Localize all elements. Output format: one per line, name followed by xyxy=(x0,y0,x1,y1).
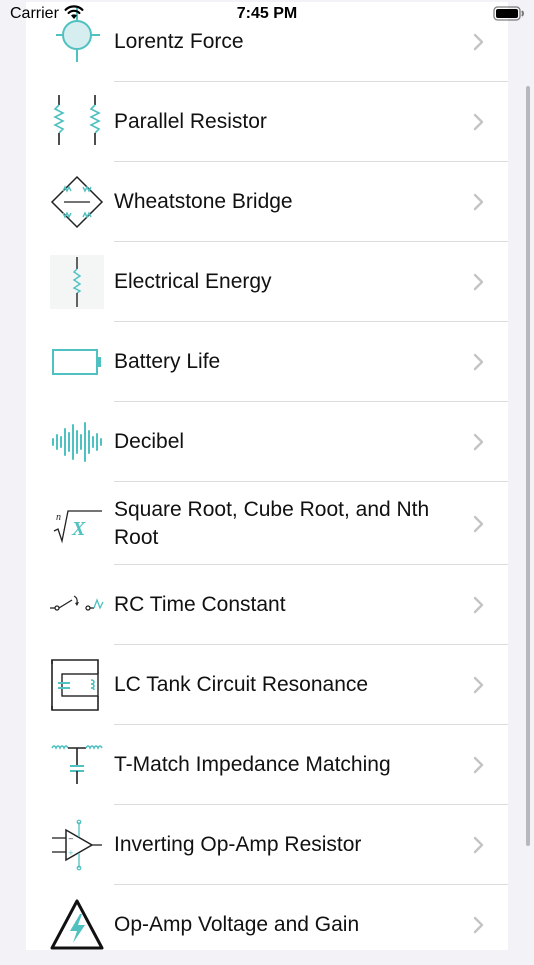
svg-text:X: X xyxy=(71,518,86,540)
list-item[interactable]: − + Inverting Op-Amp Resistor xyxy=(26,805,508,885)
rc-switch-icon xyxy=(50,578,104,632)
list-item[interactable]: T-Match Impedance Matching xyxy=(26,725,508,805)
high-voltage-warning-icon xyxy=(50,898,104,952)
decibel-waveform-icon xyxy=(50,415,104,469)
list-item[interactable]: LC Tank Circuit Resonance xyxy=(26,645,508,725)
chevron-right-icon xyxy=(473,596,484,619)
list-item[interactable]: RC Time Constant xyxy=(26,565,508,645)
list-item[interactable]: Decibel xyxy=(26,402,508,482)
list-item[interactable]: Wheatstone Bridge xyxy=(26,162,508,242)
chevron-right-icon xyxy=(473,113,484,136)
battery-life-icon xyxy=(50,335,104,389)
lc-tank-circuit-icon xyxy=(50,658,104,712)
list-item-label: Lorentz Force xyxy=(114,30,244,53)
list-item[interactable]: Parallel Resistor xyxy=(26,82,508,162)
list-item-label: Op-Amp Voltage and Gain xyxy=(114,913,360,936)
status-bar: Carrier 7:45 PM xyxy=(0,0,534,28)
list-item[interactable]: Op-Amp Voltage and Gain xyxy=(26,885,508,965)
nth-root-icon: n X xyxy=(50,497,104,551)
list-item-label: Decibel xyxy=(114,430,185,453)
chevron-right-icon xyxy=(473,353,484,376)
list-item-label: RC Time Constant xyxy=(114,593,286,616)
list-item[interactable]: n X Square Root, Cube Root, and Nth Root xyxy=(26,482,508,565)
list-item-label: Electrical Energy xyxy=(114,270,272,293)
svg-text:+: + xyxy=(68,849,74,857)
chevron-right-icon xyxy=(473,273,484,296)
chevron-right-icon xyxy=(473,33,484,56)
scrollbar[interactable] xyxy=(526,86,530,846)
op-amp-icon: − + xyxy=(50,818,104,872)
chevron-right-icon xyxy=(473,756,484,779)
list-item-label: LC Tank Circuit Resonance xyxy=(114,673,369,696)
battery-icon xyxy=(493,6,525,26)
clock: 7:45 PM xyxy=(236,5,298,22)
electrical-energy-icon xyxy=(50,255,104,309)
chevron-right-icon xyxy=(473,916,484,939)
chevron-right-icon xyxy=(473,676,484,699)
chevron-right-icon xyxy=(473,433,484,456)
svg-text:−: − xyxy=(68,835,74,843)
list-item-label: Wheatstone Bridge xyxy=(114,190,293,213)
list-item-label: Parallel Resistor xyxy=(114,110,267,133)
list-item-label: Battery Life xyxy=(114,350,221,373)
list-item-label: T-Match Impedance Matching xyxy=(114,753,391,776)
wheatstone-bridge-icon xyxy=(50,175,104,229)
chevron-right-icon xyxy=(473,515,484,538)
calculator-list: Lorentz Force Parallel Resistor Wheatsto… xyxy=(26,2,508,950)
list-item[interactable]: Battery Life xyxy=(26,322,508,402)
t-match-icon xyxy=(50,738,104,792)
list-item[interactable]: Electrical Energy xyxy=(26,242,508,322)
svg-text:n: n xyxy=(56,512,61,523)
parallel-resistor-icon xyxy=(50,95,104,149)
list-item-label: Square Root, Cube Root, and Nth Root xyxy=(114,497,430,549)
list-item-label: Inverting Op-Amp Resistor xyxy=(114,833,362,856)
chevron-right-icon xyxy=(473,193,484,216)
chevron-right-icon xyxy=(473,836,484,859)
